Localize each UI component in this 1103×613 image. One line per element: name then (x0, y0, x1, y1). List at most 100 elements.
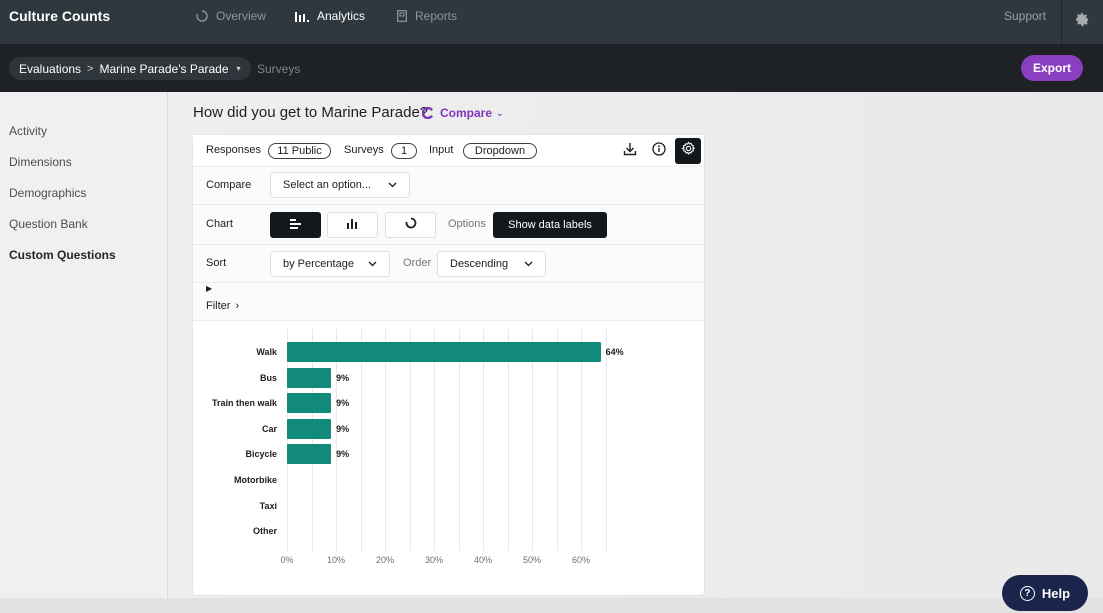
x-tick-label: 20% (375, 555, 395, 565)
top-navigation-bar: Culture Counts Overview Analytics Report… (0, 0, 1103, 44)
document-icon (397, 10, 407, 22)
category-label: Walk (256, 347, 277, 357)
grid-line (507, 329, 509, 551)
info-icon (652, 141, 666, 161)
help-button[interactable]: ? Help (1002, 575, 1088, 611)
compare-row: Compare Select an option... (193, 167, 704, 205)
bar-chart: Walk 64% Bus 9% Train then walk 9% Car 9% Bicycl… (193, 321, 704, 595)
chart-type-vertical-bar[interactable] (327, 212, 378, 238)
grid-line (458, 329, 460, 551)
category-label: Bicycle (245, 449, 277, 460)
chart-type-row: Chart Options Show data labels (193, 205, 704, 245)
sidebar-item-question-bank[interactable]: Question Bank (9, 217, 88, 231)
export-button[interactable]: Export (1021, 55, 1083, 81)
x-tick-label: 40% (473, 555, 493, 565)
filter-row: ▶ Filter › (193, 283, 704, 321)
order-select[interactable]: Descending (437, 251, 546, 277)
sort-select[interactable]: by Percentage (270, 251, 390, 277)
sidebar-item-custom-questions[interactable]: Custom Questions (9, 248, 116, 262)
download-button[interactable] (617, 138, 643, 164)
spinner-icon (196, 10, 208, 22)
input-label: Input (429, 144, 454, 156)
breadcrumb-separator: > (87, 62, 94, 75)
data-label: 9% (336, 423, 350, 434)
vertical-bar-icon (347, 216, 358, 234)
order-select-value: Descending (450, 258, 509, 270)
bar-chart-icon (295, 11, 309, 22)
bar[interactable] (287, 418, 332, 439)
gear-icon (1075, 12, 1090, 32)
breadcrumb-root[interactable]: Evaluations (19, 62, 81, 76)
data-label: 9% (336, 398, 350, 409)
data-label: 9% (336, 449, 350, 460)
data-label: 9% (336, 372, 350, 383)
bar[interactable] (287, 367, 332, 388)
x-tick-label: 30% (424, 555, 444, 565)
chevron-down-icon (524, 261, 533, 267)
bar[interactable] (287, 342, 601, 362)
chart-settings-button[interactable] (675, 138, 701, 164)
surveys-link[interactable]: Surveys (257, 62, 300, 76)
nav-overview-label: Overview (216, 9, 267, 23)
grid-line (581, 329, 582, 551)
grid-line (556, 329, 558, 551)
horizontal-scrollbar[interactable] (0, 598, 1103, 613)
sidebar-item-activity[interactable]: Activity (9, 124, 47, 138)
settings-button[interactable] (1061, 0, 1103, 44)
brand-logo[interactable]: Culture Counts (9, 8, 110, 24)
order-label: Order (403, 257, 432, 269)
show-data-labels-toggle[interactable]: Show data labels (493, 212, 607, 238)
chart-type-horizontal-bar[interactable] (270, 212, 321, 238)
sort-label: Sort (206, 257, 227, 269)
x-tick-label: 60% (571, 555, 591, 565)
grid-line (385, 329, 386, 551)
info-button[interactable] (646, 138, 672, 164)
category-label: Other (252, 526, 277, 537)
chart-type-donut[interactable] (385, 212, 436, 238)
sidebar-item-dimensions[interactable]: Dimensions (9, 155, 72, 169)
input-badge: Dropdown (463, 143, 537, 159)
nav-analytics-label: Analytics (317, 9, 366, 23)
nav-overview[interactable]: Overview (196, 9, 266, 23)
sort-row: Sort by Percentage Order Descending (193, 245, 704, 283)
bar[interactable] (287, 444, 332, 465)
support-link[interactable]: Support (1004, 9, 1046, 23)
compare-row-label: Compare (206, 179, 252, 191)
category-label: Car (261, 423, 277, 434)
chart-row-label: Chart (206, 218, 233, 230)
compare-select[interactable]: Select an option... (270, 172, 410, 198)
nav-reports-label: Reports (415, 9, 458, 23)
spinner-icon (422, 107, 434, 119)
data-label: 64% (605, 347, 624, 357)
meta-row: Responses 11 Public Surveys 1 Input Drop… (193, 135, 704, 167)
nav-reports[interactable]: Reports (397, 9, 457, 23)
download-icon (623, 142, 637, 161)
nav-analytics[interactable]: Analytics (295, 9, 365, 23)
grid-line (409, 329, 411, 551)
question-title: How did you get to Marine Parade? (193, 104, 429, 121)
bar[interactable] (287, 393, 332, 414)
caret-down-icon[interactable]: ▾ (237, 64, 241, 73)
grid-line (287, 329, 288, 551)
sidebar-item-demographics[interactable]: Demographics (9, 186, 86, 200)
category-label: Motorbike (233, 475, 277, 485)
grid-line (434, 329, 435, 551)
grid-line (336, 329, 337, 551)
question-mark-icon: ? (1019, 585, 1035, 601)
grid-line (311, 329, 313, 551)
question-card: Responses 11 Public Surveys 1 Input Drop… (193, 135, 704, 595)
sub-navigation-bar: Evaluations > Marine Parade's Parade ▾ S… (0, 44, 1103, 92)
gear-icon (680, 141, 696, 161)
responses-badge: 11 Public (268, 143, 331, 159)
filter-toggle-icon[interactable]: ▶ (206, 284, 212, 293)
compare-dropdown[interactable]: Compare ⌄ (422, 106, 504, 120)
x-tick-label: 10% (326, 555, 346, 565)
sort-select-value: by Percentage (283, 258, 354, 270)
surveys-label: Surveys (344, 144, 384, 156)
compare-select-value: Select an option... (283, 179, 372, 191)
breadcrumb-current[interactable]: Marine Parade's Parade (99, 62, 228, 76)
filter-button[interactable]: Filter › (206, 300, 239, 312)
grid-line (360, 329, 362, 551)
x-tick-label: 0% (280, 555, 294, 565)
breadcrumb[interactable]: Evaluations > Marine Parade's Parade ▾ (9, 57, 251, 80)
